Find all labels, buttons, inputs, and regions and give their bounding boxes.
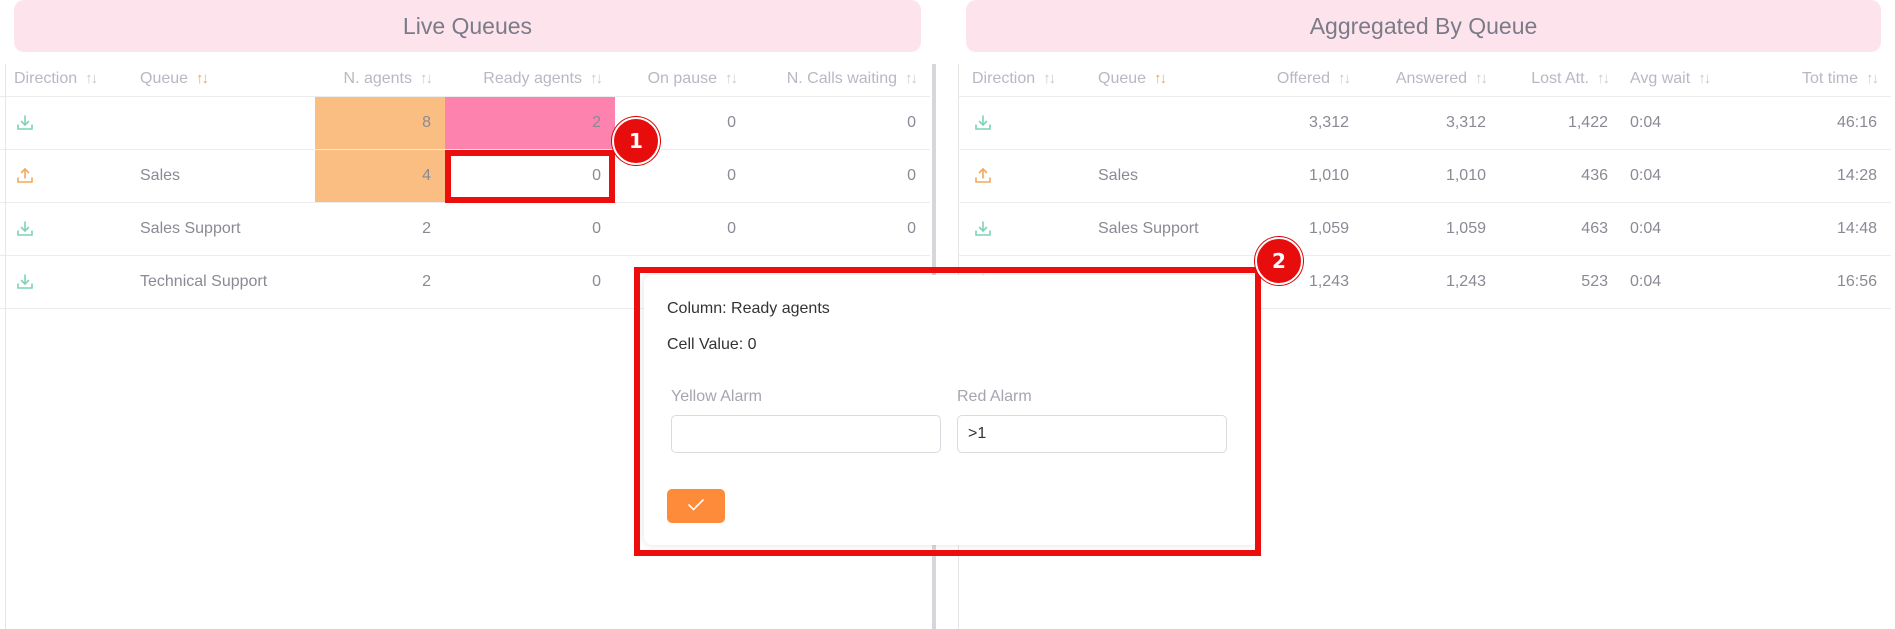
ready-agents-cell[interactable]: 2: [445, 96, 615, 150]
table-row[interactable]: 8 2 0 0: [0, 96, 930, 150]
upload-icon: [972, 165, 994, 187]
column-header-answered[interactable]: Answered ↑↓: [1363, 62, 1500, 97]
download-icon: [14, 112, 36, 134]
panel-border: [5, 64, 6, 629]
tot-time-cell: 14:28: [1732, 149, 1891, 203]
popup-highlight-frame: [634, 267, 1261, 556]
queue-cell: Sales Support: [126, 202, 315, 256]
direction-cell: [0, 149, 126, 203]
table-header-row: Direction ↑↓ Queue ↑↓ Offered ↑↓ Answered ↑↓…: [958, 62, 1891, 97]
table-row[interactable]: Sales Support 2 0 0 0: [0, 202, 930, 256]
avg-wait-cell: 0:04: [1622, 202, 1732, 256]
direction-cell: [958, 149, 1084, 203]
sort-arrows-icon[interactable]: ↑↓: [85, 70, 98, 87]
sort-arrows-icon[interactable]: ↑↓: [1597, 70, 1610, 87]
calls-waiting-cell[interactable]: 0: [750, 96, 930, 150]
column-header-lost[interactable]: Lost Att. ↑↓: [1500, 62, 1622, 97]
agents-cell[interactable]: 2: [315, 202, 445, 256]
ready-agents-cell[interactable]: 0: [445, 255, 615, 309]
sort-arrows-icon[interactable]: ↑↓: [905, 70, 918, 87]
aggregated-title: Aggregated By Queue: [966, 0, 1881, 52]
sort-arrows-icon[interactable]: ↑↓: [1043, 70, 1056, 87]
lost-cell: 523: [1500, 255, 1622, 309]
column-header-queue[interactable]: Queue ↑↓: [1084, 62, 1244, 97]
download-icon: [972, 112, 994, 134]
queue-cell: [1084, 96, 1244, 150]
sort-arrows-icon[interactable]: ↑↓: [1698, 70, 1711, 87]
on-pause-cell[interactable]: 0: [615, 202, 750, 256]
queue-cell: Sales: [1084, 149, 1244, 203]
answered-cell: 1,010: [1363, 149, 1500, 203]
live-queues-title: Live Queues: [14, 0, 921, 52]
sort-arrows-icon[interactable]: ↑↓: [725, 70, 738, 87]
annotation-badge-2: 2: [1255, 237, 1303, 285]
column-header-tot-time[interactable]: Tot time ↑↓: [1732, 62, 1891, 97]
lost-cell: 436: [1500, 149, 1622, 203]
queue-cell: Technical Support: [126, 255, 315, 309]
direction-cell: [0, 255, 126, 309]
sort-arrows-icon[interactable]: ↑↓: [1475, 70, 1488, 87]
column-header-direction[interactable]: Direction ↑↓: [0, 62, 126, 97]
tot-time-cell: 46:16: [1732, 96, 1891, 150]
upload-icon: [14, 165, 36, 187]
column-header-n-agents[interactable]: N. agents ↑↓: [315, 62, 445, 97]
tot-time-cell: 14:48: [1732, 202, 1891, 256]
agents-cell[interactable]: 4: [315, 149, 445, 203]
agents-cell[interactable]: 2: [315, 255, 445, 309]
answered-cell: 1,243: [1363, 255, 1500, 309]
tot-time-cell: 16:56: [1732, 255, 1891, 309]
direction-cell: [0, 96, 126, 150]
answered-cell: 3,312: [1363, 96, 1500, 150]
offered-cell: 3,312: [1244, 96, 1363, 150]
table-row[interactable]: Sales 4 0 0 0: [0, 149, 930, 203]
sort-arrows-icon[interactable]: ↑↓: [1154, 70, 1167, 87]
table-row[interactable]: 3,312 3,312 1,422 0:04 46:16: [958, 96, 1891, 150]
avg-wait-cell: 0:04: [1622, 96, 1732, 150]
download-icon: [972, 218, 994, 240]
column-header-avg-wait[interactable]: Avg wait ↑↓: [1622, 62, 1732, 97]
answered-cell: 1,059: [1363, 202, 1500, 256]
table-header-row: Direction ↑↓ Queue ↑↓ N. agents ↑↓ Ready ag…: [0, 62, 930, 97]
sort-arrows-icon[interactable]: ↑↓: [590, 70, 603, 87]
download-icon: [14, 271, 36, 293]
avg-wait-cell: 0:04: [1622, 255, 1732, 309]
ready-agents-cell[interactable]: 0: [445, 202, 615, 256]
queue-cell: Sales Support: [1084, 202, 1244, 256]
sort-arrows-icon[interactable]: ↑↓: [196, 70, 209, 87]
queue-cell: [126, 96, 315, 150]
ready-agents-cell-selected[interactable]: 0: [445, 149, 615, 203]
download-icon: [14, 218, 36, 240]
lost-cell: 1,422: [1500, 96, 1622, 150]
table-row[interactable]: Sales Support 1,059 1,059 463 0:04 14:48: [958, 202, 1891, 256]
sort-arrows-icon[interactable]: ↑↓: [1866, 70, 1879, 87]
sort-arrows-icon[interactable]: ↑↓: [420, 70, 433, 87]
table-row[interactable]: Sales 1,010 1,010 436 0:04 14:28: [958, 149, 1891, 203]
sort-arrows-icon[interactable]: ↑↓: [1338, 70, 1351, 87]
agents-cell[interactable]: 8: [315, 96, 445, 150]
offered-cell: 1,010: [1244, 149, 1363, 203]
column-header-offered[interactable]: Offered ↑↓: [1244, 62, 1363, 97]
annotation-badge-1: 1: [612, 117, 660, 165]
queue-cell: Sales: [126, 149, 315, 203]
avg-wait-cell: 0:04: [1622, 149, 1732, 203]
direction-cell: [958, 202, 1084, 256]
column-header-queue[interactable]: Queue ↑↓: [126, 62, 315, 97]
direction-cell: [958, 96, 1084, 150]
lost-cell: 463: [1500, 202, 1622, 256]
column-header-calls-waiting[interactable]: N. Calls waiting ↑↓: [750, 62, 930, 97]
calls-waiting-cell[interactable]: 0: [750, 202, 930, 256]
column-header-direction[interactable]: Direction ↑↓: [958, 62, 1084, 97]
direction-cell: [0, 202, 126, 256]
calls-waiting-cell[interactable]: 0: [750, 149, 930, 203]
column-header-ready-agents[interactable]: Ready agents ↑↓: [445, 62, 615, 97]
column-header-on-pause[interactable]: On pause ↑↓: [615, 62, 750, 97]
